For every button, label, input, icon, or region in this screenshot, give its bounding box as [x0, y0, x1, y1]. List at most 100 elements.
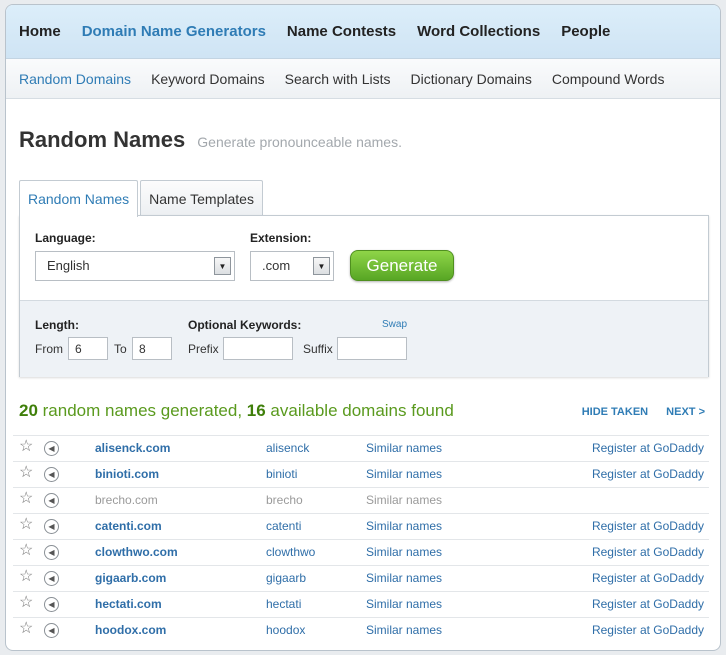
star-icon[interactable]: ☆: [19, 595, 33, 611]
subnav-dictionary-domains[interactable]: Dictionary Domains: [411, 71, 532, 87]
register-link[interactable]: Register at GoDaddy: [592, 597, 704, 611]
main-nav: Home Domain Name Generators Name Contest…: [6, 5, 720, 59]
nav-name-contests[interactable]: Name Contests: [287, 23, 396, 40]
nav-home[interactable]: Home: [19, 23, 61, 40]
generator-form: Language: English ▼ Extension: .com ▼ Ge…: [19, 215, 709, 377]
domain-name-link[interactable]: gigaarb.com: [95, 571, 166, 585]
table-row: ☆ ◀ brecho.com brecho Similar names: [13, 487, 709, 513]
speaker-icon[interactable]: ◀: [44, 597, 59, 612]
table-row: ☆ ◀ binioti.com binioti Similar names Registe…: [13, 461, 709, 487]
star-icon[interactable]: ☆: [19, 491, 33, 507]
language-value: English: [47, 258, 90, 273]
swap-link[interactable]: Swap: [382, 319, 407, 330]
name-word: alisenck: [266, 441, 310, 455]
register-link[interactable]: Register at GoDaddy: [592, 519, 704, 533]
prefix-input[interactable]: [223, 337, 293, 360]
speaker-icon[interactable]: ◀: [44, 623, 59, 638]
register-link[interactable]: Register at GoDaddy: [592, 545, 704, 559]
generate-button[interactable]: Generate: [350, 250, 454, 281]
nav-people[interactable]: People: [561, 23, 610, 40]
speaker-icon[interactable]: ◀: [44, 493, 59, 508]
domain-name-link[interactable]: alisenck.com: [95, 441, 170, 455]
name-word: catenti: [266, 519, 302, 533]
dropdown-arrow-icon: ▼: [214, 257, 231, 275]
star-icon[interactable]: ☆: [19, 621, 33, 637]
hide-taken-link[interactable]: HIDE TAKEN: [582, 406, 648, 418]
suffix-input[interactable]: [337, 337, 407, 360]
similar-names-link[interactable]: Similar names: [366, 623, 442, 637]
nav-word-collections[interactable]: Word Collections: [417, 23, 540, 40]
language-select[interactable]: English ▼: [35, 251, 235, 281]
star-icon[interactable]: ☆: [19, 543, 33, 559]
extension-value: .com: [262, 258, 291, 273]
length-to-input[interactable]: [132, 337, 172, 360]
speaker-icon[interactable]: ◀: [44, 545, 59, 560]
table-row: ☆ ◀ catenti.com catenti Similar names Registe…: [13, 513, 709, 539]
similar-names-link[interactable]: Similar names: [366, 441, 442, 455]
domain-name-link[interactable]: catenti.com: [95, 519, 162, 533]
language-label: Language:: [35, 231, 96, 245]
name-word: hoodox: [266, 623, 306, 637]
similar-names-link[interactable]: Similar names: [366, 519, 442, 533]
speaker-icon[interactable]: ◀: [44, 571, 59, 586]
subnav-random-domains[interactable]: Random Domains: [19, 71, 131, 87]
table-row: ☆ ◀ alisenck.com alisenck Similar names Regis…: [13, 435, 709, 461]
tab-name-templates[interactable]: Name Templates: [140, 180, 263, 216]
form-top: Language: English ▼ Extension: .com ▼ Ge…: [20, 216, 708, 300]
page-title: Random Names: [19, 127, 186, 152]
table-row: ☆ ◀ clowthwo.com clowthwo Similar names Regis…: [13, 539, 709, 565]
next-page-link[interactable]: NEXT >: [666, 406, 705, 418]
length-from-input[interactable]: [68, 337, 108, 360]
dropdown-arrow-icon: ▼: [313, 257, 330, 275]
star-icon[interactable]: ☆: [19, 517, 33, 533]
register-link[interactable]: Register at GoDaddy: [592, 571, 704, 585]
table-row: ☆ ◀ hectati.com hectati Similar names Registe…: [13, 591, 709, 617]
name-word: gigaarb: [266, 571, 307, 585]
length-label: Length:: [35, 318, 79, 332]
star-icon[interactable]: ☆: [19, 569, 33, 585]
name-word: brecho: [266, 493, 303, 507]
domain-name-link[interactable]: hoodox.com: [95, 623, 166, 637]
keywords-label: Optional Keywords:: [188, 318, 302, 332]
speaker-icon[interactable]: ◀: [44, 441, 59, 456]
page-subtitle: Generate pronounceable names.: [197, 134, 402, 150]
suffix-label: Suffix: [303, 342, 333, 356]
available-text: available domains found: [265, 401, 454, 420]
similar-names-link[interactable]: Similar names: [366, 597, 442, 611]
results-summary: 20 random names generated, 16 available …: [19, 401, 454, 421]
domain-name-link[interactable]: binioti.com: [95, 467, 159, 481]
to-label: To: [114, 342, 127, 356]
from-label: From: [35, 342, 63, 356]
domain-name-link[interactable]: clowthwo.com: [95, 545, 178, 559]
register-link[interactable]: Register at GoDaddy: [592, 467, 704, 481]
app-window: Home Domain Name Generators Name Contest…: [5, 4, 721, 651]
page-header: Random Names Generate pronounceable name…: [19, 127, 402, 153]
prefix-label: Prefix: [188, 342, 219, 356]
sub-nav: Random Domains Keyword Domains Search wi…: [6, 59, 720, 99]
extension-label: Extension:: [250, 231, 312, 245]
similar-names-link[interactable]: Similar names: [366, 493, 442, 507]
similar-names-link[interactable]: Similar names: [366, 571, 442, 585]
available-count: 16: [246, 401, 266, 420]
similar-names-link[interactable]: Similar names: [366, 545, 442, 559]
similar-names-link[interactable]: Similar names: [366, 467, 442, 481]
name-word: hectati: [266, 597, 302, 611]
domain-name-link[interactable]: brecho.com: [95, 493, 158, 507]
subnav-keyword-domains[interactable]: Keyword Domains: [151, 71, 265, 87]
star-icon[interactable]: ☆: [19, 465, 33, 481]
speaker-icon[interactable]: ◀: [44, 467, 59, 482]
extension-select[interactable]: .com ▼: [250, 251, 334, 281]
register-link[interactable]: Register at GoDaddy: [592, 441, 704, 455]
star-icon[interactable]: ☆: [19, 439, 33, 455]
subnav-compound-words[interactable]: Compound Words: [552, 71, 665, 87]
name-word: binioti: [266, 467, 298, 481]
form-options: Length: From To Optional Keywords: Swap …: [20, 300, 708, 377]
register-link[interactable]: Register at GoDaddy: [592, 623, 704, 637]
nav-domain-name-generators[interactable]: Domain Name Generators: [82, 23, 266, 40]
subnav-search-with-lists[interactable]: Search with Lists: [285, 71, 391, 87]
name-word: clowthwo: [266, 545, 316, 559]
domain-name-link[interactable]: hectati.com: [95, 597, 162, 611]
generated-text: random names generated,: [37, 401, 247, 420]
speaker-icon[interactable]: ◀: [44, 519, 59, 534]
tab-random-names[interactable]: Random Names: [19, 180, 139, 217]
